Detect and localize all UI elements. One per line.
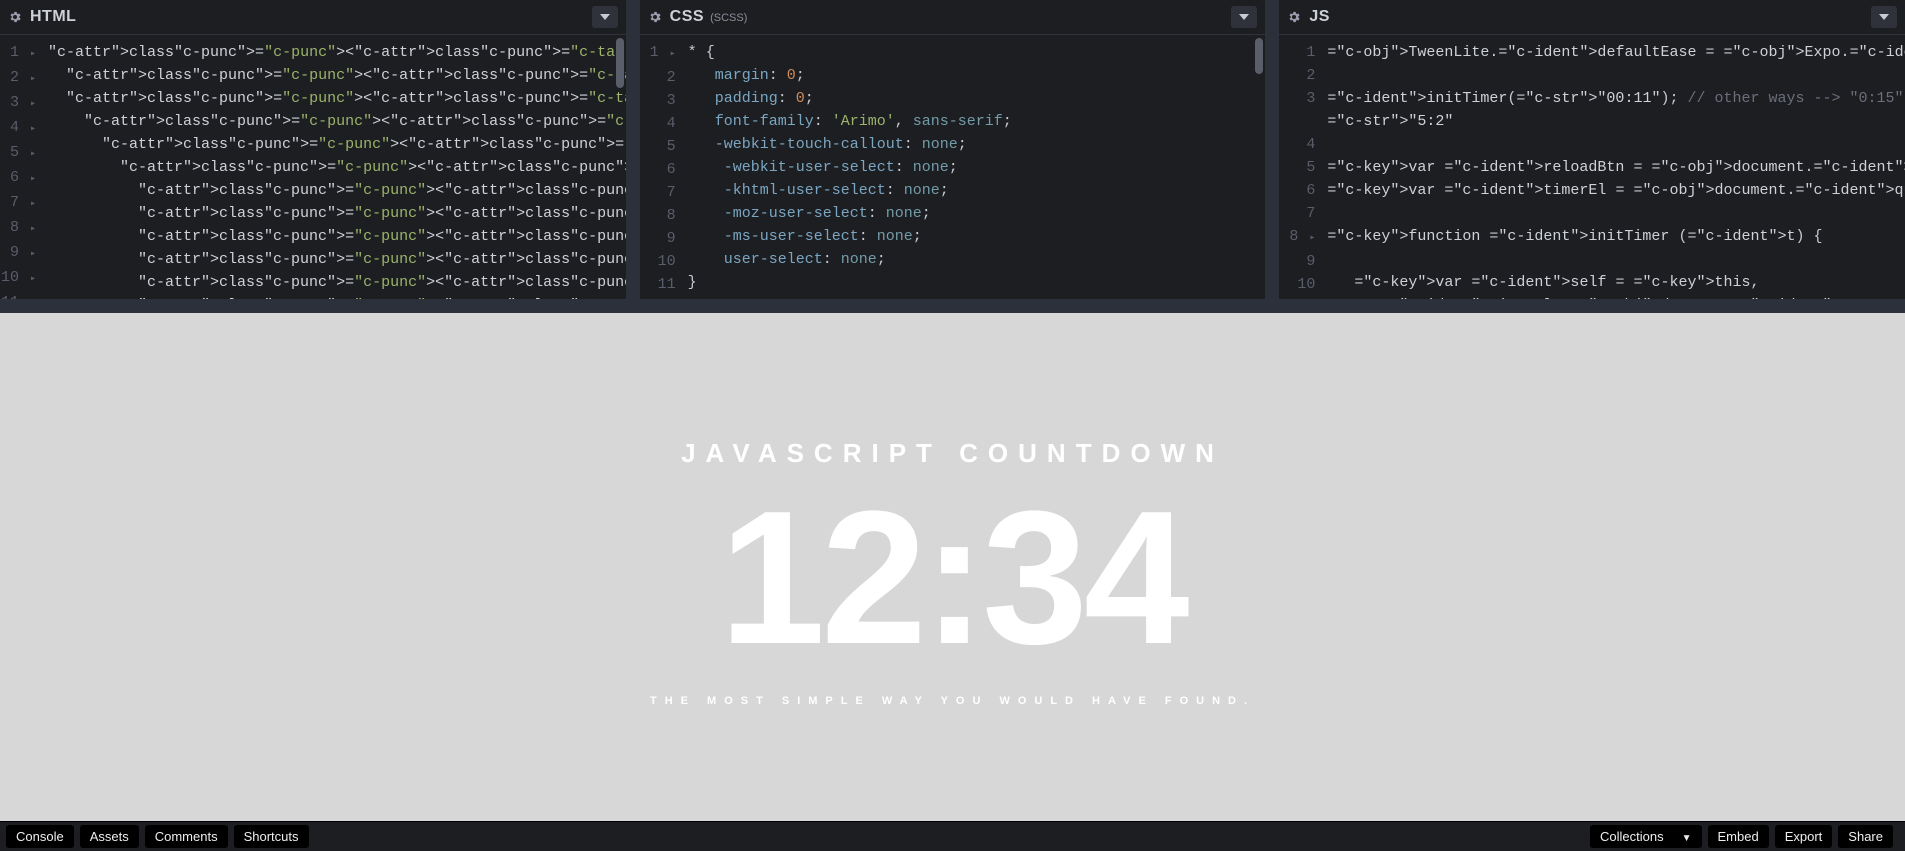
panel-css-body[interactable]: 1 ▸23456789101112 * { margin: 0; padding… [640,35,1266,299]
panel-html-title: HTML [30,8,76,26]
panel-js-title: JS [1309,8,1330,26]
bottombar-embed-button[interactable]: Embed [1708,825,1769,848]
panel-js-dropdown[interactable] [1871,6,1897,28]
gear-icon[interactable] [1287,10,1301,24]
bottombar-assets-button[interactable]: Assets [80,825,139,848]
preview-heading: JAVASCRIPT COUNTDOWN [681,438,1224,469]
bottombar-comments-button[interactable]: Comments [145,825,228,848]
preview-clock: 12:34 [720,483,1186,673]
gutter-html: 1 ▸2 ▸3 ▸4 ▸5 ▸6 ▸7 ▸8 ▸9 ▸10 ▸11 ▸12 ▸ [0,35,44,299]
bottombar-export-button[interactable]: Export [1775,825,1833,848]
panel-html-header: HTML [0,0,626,35]
panel-css: CSS (SCSS) 1 ▸23456789101112 * { margin:… [640,0,1266,299]
code-js[interactable]: ="c-obj">TweenLite.="c-ident">defaultEas… [1323,35,1905,299]
code-html[interactable]: "c-attr">class"c-punc">="c-punc"><"c-att… [44,35,626,299]
code-css[interactable]: * { margin: 0; padding: 0; font-family: … [684,35,1266,299]
scrollbar-js[interactable] [1895,38,1903,293]
gear-icon[interactable] [648,10,662,24]
preview-subtext: THE MOST SIMPLE WAY YOU WOULD HAVE FOUND… [650,695,1255,707]
bottombar-console-button[interactable]: Console [6,825,74,848]
panel-js-body[interactable]: 123 45678 ▸91011 ="c-obj">TweenLite.="c-… [1279,35,1905,299]
gear-icon[interactable] [8,10,22,24]
bottombar-shortcuts-button[interactable]: Shortcuts [234,825,309,848]
panel-css-title: CSS [670,8,704,26]
scrollbar-html[interactable] [616,38,624,293]
panel-css-dropdown[interactable] [1231,6,1257,28]
gutter-js: 123 45678 ▸91011 [1279,35,1323,299]
panel-html-dropdown[interactable] [592,6,618,28]
chevron-down-icon: ▼ [1682,833,1692,844]
bottombar-share-button[interactable]: Share [1838,825,1893,848]
scroll-thumb-html[interactable] [616,38,624,88]
panel-css-header: CSS (SCSS) [640,0,1266,35]
bottombar-collections-button[interactable]: Collections▼ [1590,825,1702,848]
panel-html: HTML 1 ▸2 ▸3 ▸4 ▸5 ▸6 ▸7 ▸8 ▸9 ▸10 ▸11 ▸… [0,0,626,299]
panel-js: JS 123 45678 ▸91011 ="c-obj">TweenLite.=… [1279,0,1905,299]
preview-pane: JAVASCRIPT COUNTDOWN 12:34 THE MOST SIMP… [0,313,1905,821]
panel-css-subtitle: (SCSS) [710,12,747,24]
panel-js-header: JS [1279,0,1905,35]
panel-html-body[interactable]: 1 ▸2 ▸3 ▸4 ▸5 ▸6 ▸7 ▸8 ▸9 ▸10 ▸11 ▸12 ▸ … [0,35,626,299]
bottom-bar: Console Assets Comments Shortcuts Collectio… [0,821,1905,851]
scrollbar-css[interactable] [1255,38,1263,293]
scroll-thumb-css[interactable] [1255,38,1263,74]
editors-row: HTML 1 ▸2 ▸3 ▸4 ▸5 ▸6 ▸7 ▸8 ▸9 ▸10 ▸11 ▸… [0,0,1905,313]
gutter-css: 1 ▸23456789101112 [640,35,684,299]
